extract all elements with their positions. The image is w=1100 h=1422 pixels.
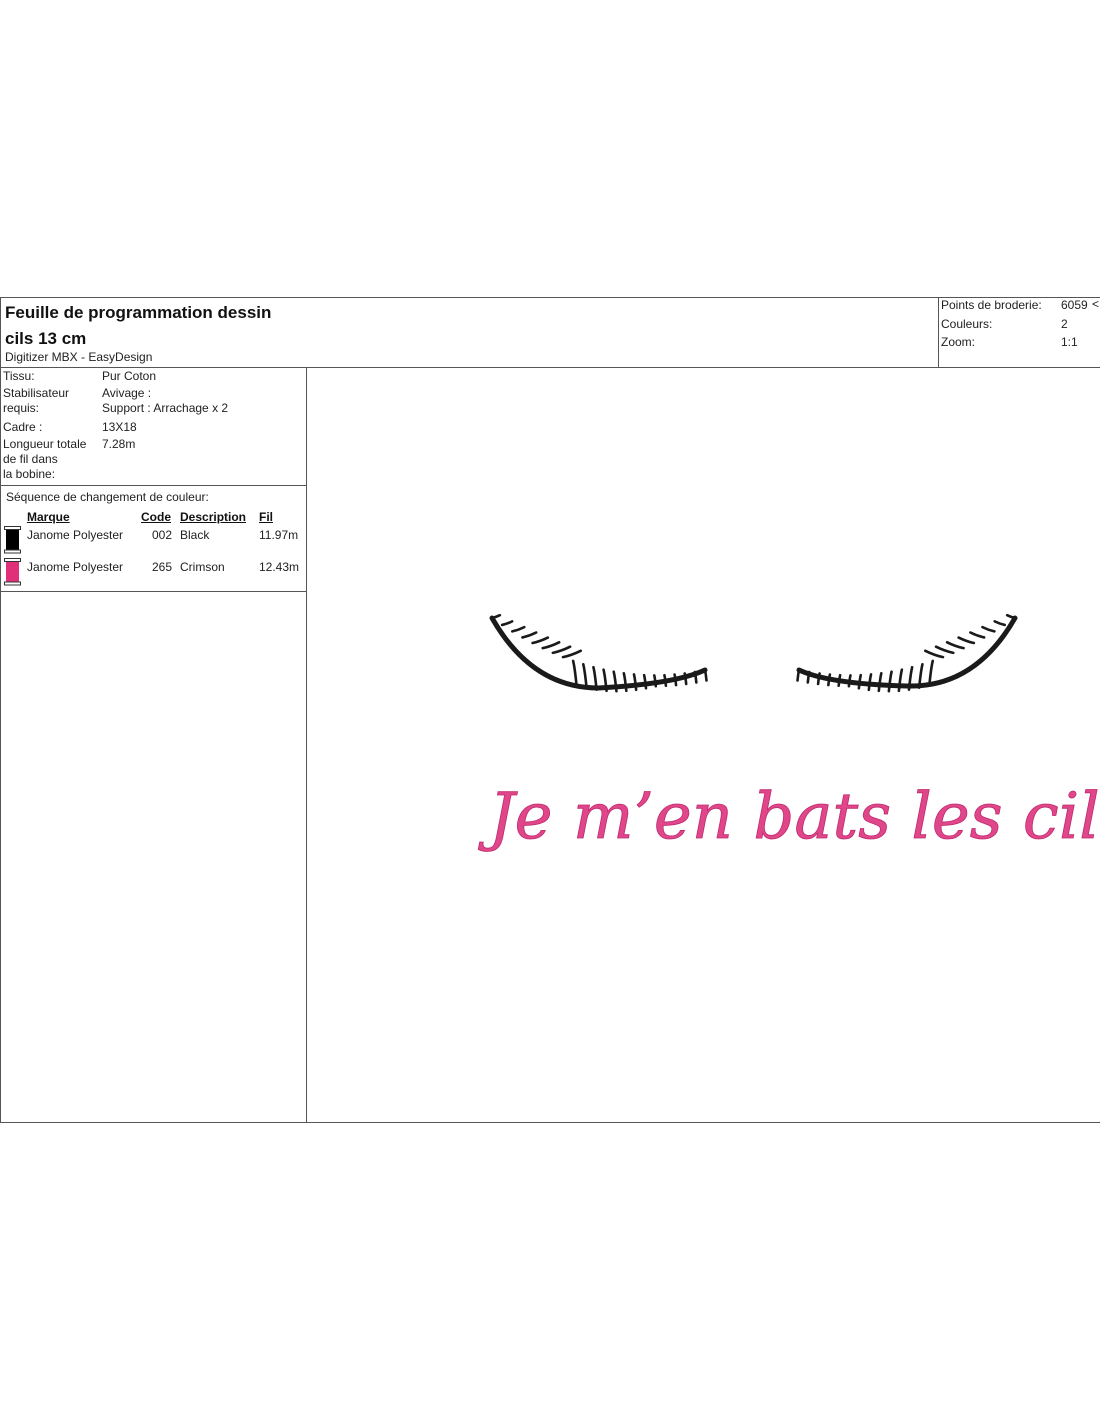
stat-colors: Couleurs: 2 <box>941 317 1100 335</box>
thread-brand: Janome Polyester <box>27 528 124 542</box>
thread-description: Black <box>180 528 210 542</box>
thread-brand: Janome Polyester <box>27 560 124 574</box>
stabilizer-value-1: Avivage : <box>102 386 152 400</box>
fabric-label: Tissu: <box>3 369 35 383</box>
material-info: Tissu: Pur Coton Stabilisateur requis: A… <box>1 368 306 486</box>
thread-length-value: 7.28m <box>102 437 136 451</box>
software-name: Digitizer MBX - EasyDesign <box>5 350 153 364</box>
header-brand: Marque <box>27 510 70 524</box>
colors-value: 2 <box>1061 317 1068 331</box>
left-eyelash-icon <box>489 613 708 693</box>
header-thread: Fil <box>259 510 273 524</box>
embroidery-design: Je m’en bats les cils <box>478 613 1100 854</box>
color-sequence-title: Séquence de changement de couleur: <box>6 490 209 504</box>
thread-code: 265 <box>152 560 173 574</box>
thread-spool-icon <box>4 558 21 586</box>
thread-row: Janome Polyester 265 Crimson 12.43m <box>1 558 306 588</box>
details-panel: Tissu: Pur Coton Stabilisateur requis: A… <box>1 368 307 1122</box>
color-sequence: Séquence de changement de couleur: Marqu… <box>1 486 306 592</box>
overflow-arrow-icon: < <box>1092 297 1100 311</box>
sheet-title: Feuille de programmation dessin cils 13 … <box>5 300 271 352</box>
right-eyelash-icon <box>796 613 1018 693</box>
spool-color-crimson <box>6 562 19 582</box>
thread-length-label-2: de fil dans <box>3 452 58 466</box>
frame-value: 13X18 <box>102 420 137 434</box>
frame-label: Cadre : <box>3 420 43 434</box>
design-slogan: Je m’en bats les cils <box>478 780 1100 854</box>
thread-length-label-1: Longueur totale <box>3 437 87 451</box>
zoom-value: 1:1 <box>1061 335 1078 349</box>
thread-description: Crimson <box>180 560 225 574</box>
fabric-value: Pur Coton <box>102 369 157 383</box>
spool-color-black <box>6 530 19 550</box>
header-code: Code <box>141 510 171 524</box>
zoom-label: Zoom: <box>941 335 976 349</box>
colors-label: Couleurs: <box>941 317 993 331</box>
programming-sheet: Feuille de programmation dessin cils 13 … <box>0 297 1100 1123</box>
thread-length: 11.97m <box>259 528 299 542</box>
stats-panel: Points de broderie: 6059 < Couleurs: 2 Z… <box>938 297 1100 368</box>
thread-row: Janome Polyester 002 Black 11.97m <box>1 526 306 556</box>
design-preview: Je m’en bats les cils <box>307 368 1100 1122</box>
thread-spool-icon <box>4 526 21 554</box>
thread-length: 12.43m <box>259 560 300 574</box>
stabilizer-label-1: Stabilisateur <box>3 386 70 400</box>
stat-zoom: Zoom: 1:1 <box>941 335 1100 353</box>
sheet-header: Feuille de programmation dessin cils 13 … <box>1 297 1100 368</box>
header-description: Description <box>180 510 247 524</box>
thread-code: 002 <box>152 528 173 542</box>
thread-length-label-3: la bobine: <box>3 467 56 481</box>
title-line-1: Feuille de programmation dessin <box>5 303 272 322</box>
stitches-label: Points de broderie: <box>941 298 1042 312</box>
stabilizer-value-2: Support : Arrachage x 2 <box>102 401 229 415</box>
stitches-value: 6059 <box>1061 298 1088 312</box>
title-line-2: cils 13 cm <box>5 329 87 348</box>
stat-stitches: Points de broderie: 6059 < <box>941 297 1100 316</box>
stabilizer-label-2: requis: <box>3 401 40 415</box>
